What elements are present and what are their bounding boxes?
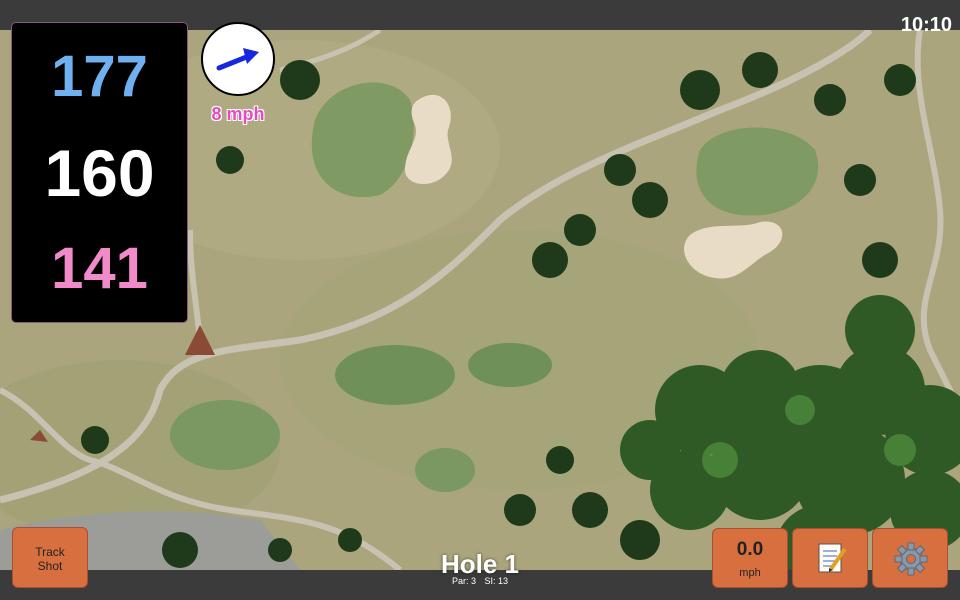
front-distance: 141 xyxy=(51,236,148,301)
notepad-icon xyxy=(818,543,847,573)
track-shot-button[interactable]: Track Shot xyxy=(12,527,88,588)
hole-info: Par: 3 SI: 13 xyxy=(380,576,580,586)
speed-button[interactable]: 0.0 mph xyxy=(712,528,788,588)
status-clock: 10:10 xyxy=(900,14,952,36)
hole-stroke-index: SI: 13 xyxy=(484,576,509,586)
wind-speed-label: 8 mph xyxy=(211,104,265,124)
gear-icon xyxy=(894,542,928,576)
notes-button[interactable] xyxy=(792,528,868,588)
speed-value: 0.0 xyxy=(736,539,764,560)
settings-button[interactable] xyxy=(872,528,948,588)
track-shot-label-line2: Shot xyxy=(37,559,63,573)
distance-panel: 177 160 141 xyxy=(11,22,188,323)
track-shot-label-line1: Track xyxy=(35,545,65,559)
wind-direction-arrow-icon xyxy=(216,48,259,71)
middle-distance: 160 xyxy=(44,136,155,210)
back-distance: 177 xyxy=(51,44,148,109)
wind-direction-indicator xyxy=(201,22,275,96)
speed-unit: mph xyxy=(739,567,761,579)
hole-par: Par: 3 xyxy=(451,576,476,586)
